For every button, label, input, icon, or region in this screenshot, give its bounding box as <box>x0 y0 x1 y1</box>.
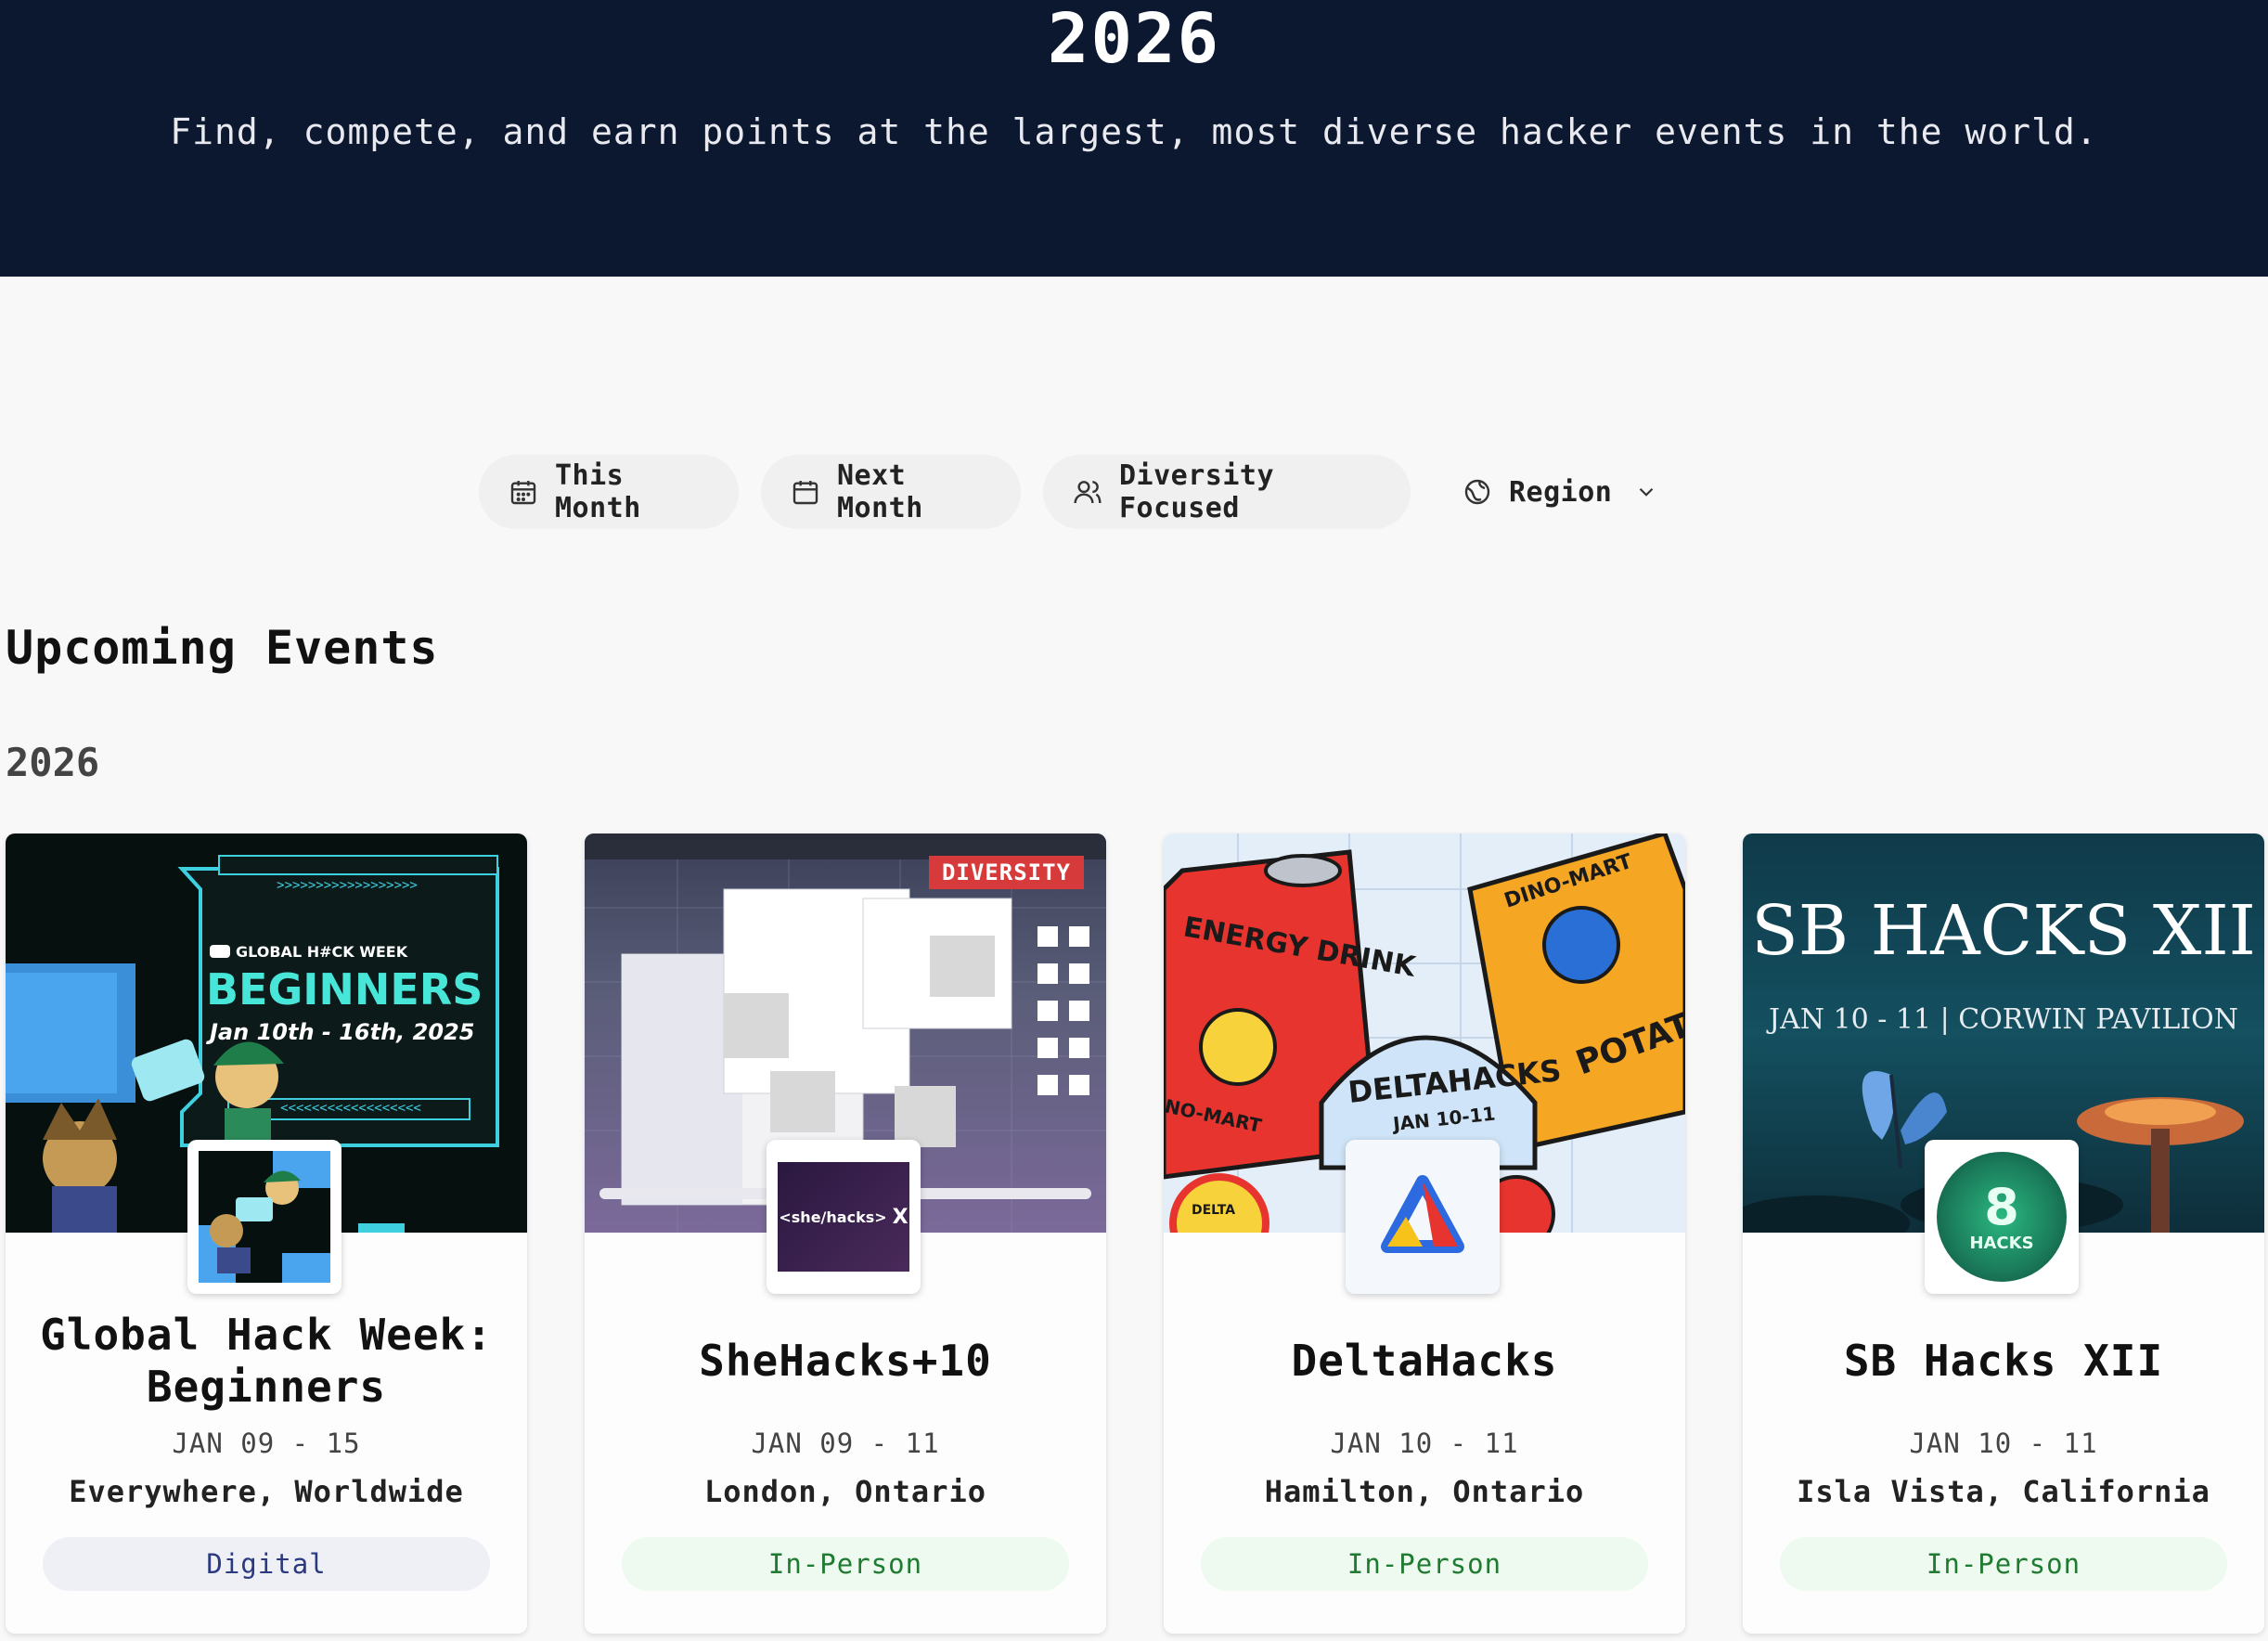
event-logo: <she/hacks> X <box>767 1140 921 1294</box>
shehacks-logo-mark: X <box>892 1205 908 1229</box>
filter-bar: This Month Next Month Diversity Focused … <box>0 455 2268 529</box>
deltahacks-logo-icon <box>1381 1175 1464 1253</box>
hero-title: 2026 <box>1047 0 1221 79</box>
ghw-arrows-top: >>>>>>>>>>>>>>>>>> <box>277 878 418 893</box>
ghw-headline: BEGINNERS <box>206 964 483 1014</box>
event-date: JAN 10 - 11 <box>1330 1428 1519 1459</box>
users-icon <box>1074 481 1102 504</box>
deltahacks-badge-text: DELTA <box>1192 1203 1235 1218</box>
event-date: JAN 09 - 11 <box>751 1428 940 1459</box>
year-heading: 2026 <box>6 740 100 785</box>
event-card-sb-hacks[interactable]: SB HACKS XII JAN 10 - 11 | CORWIN PAVILI… <box>1743 833 2264 1634</box>
event-name: SB Hacks XII <box>1843 1336 2164 1386</box>
event-format-badge: In-Person <box>622 1537 1069 1591</box>
region-dropdown[interactable]: Region <box>1433 455 1665 529</box>
sbhacks-logo-image: 8 HACKS <box>1937 1152 2067 1282</box>
filter-diversity-button[interactable]: Diversity Focused <box>1043 455 1411 529</box>
hero-banner: 2026 Find, compete, and earn points at t… <box>0 0 2268 277</box>
event-card-deltahacks[interactable]: ENERGY DRINK NO-MART DINO-MART POTATO CH… <box>1164 833 1685 1634</box>
calendar-icon <box>793 481 818 505</box>
event-date: JAN 09 - 15 <box>172 1428 361 1459</box>
shehacks-logo-text: <she/hacks> <box>779 1208 887 1226</box>
filter-label: Next Month <box>837 459 923 524</box>
shehacks-logo-image: <she/hacks> X <box>778 1162 909 1272</box>
event-location: Everywhere, Worldwide <box>69 1474 464 1509</box>
event-card-global-hack-week[interactable]: >>>>>>>>>>>>>>>>>> GLOBAL H#CK WEEK BEGI… <box>6 833 527 1634</box>
ghw-arrows-bottom: <<<<<<<<<<<<<<<<<< <box>280 1101 421 1116</box>
event-format-badge: In-Person <box>1780 1537 2227 1591</box>
sbhacks-logo-text: HACKS <box>1969 1233 2034 1253</box>
event-logo: 8 HACKS <box>1925 1140 2079 1294</box>
filter-this-month-button[interactable]: This Month <box>479 455 739 529</box>
ghw-dates: Jan 10th - 16th, 2025 <box>206 1019 474 1045</box>
sbhacks-banner-subtitle: JAN 10 - 11 | CORWIN PAVILION <box>1766 1003 2238 1036</box>
sbhacks-banner-title: SB HACKS XII <box>1751 891 2256 971</box>
hero-subtitle: Find, compete, and earn points at the la… <box>170 111 2098 152</box>
event-logo <box>187 1140 341 1294</box>
sbhacks-logo-mark: 8 <box>1984 1177 2019 1236</box>
diversity-badge: DIVERSITY <box>928 856 1084 889</box>
event-name: Global Hack Week: Beginners <box>40 1310 493 1412</box>
event-format-badge: In-Person <box>1201 1537 1648 1591</box>
filter-next-month-button[interactable]: Next Month <box>761 455 1021 529</box>
filter-label: This Month <box>555 459 641 524</box>
event-date: JAN 10 - 11 <box>1909 1428 2098 1459</box>
event-location: Isla Vista, California <box>1797 1474 2210 1509</box>
globe-icon <box>1464 479 1490 505</box>
event-location: London, Ontario <box>704 1474 986 1509</box>
chevron-down-icon <box>1640 487 1654 497</box>
calendar-icon <box>510 481 536 505</box>
ghw-brand-text: GLOBAL H#CK WEEK <box>236 943 408 961</box>
event-name: SheHacks+10 <box>699 1336 992 1386</box>
filter-label: Region <box>1509 475 1613 509</box>
event-location: Hamilton, Ontario <box>1264 1474 1585 1509</box>
filter-label: Diversity Focused <box>1119 459 1275 524</box>
section-title: Upcoming Events <box>6 621 439 675</box>
event-logo <box>1346 1140 1500 1294</box>
event-card-shehacks[interactable]: DIVERSITY <she/hacks> X SheHacks+10 JAN 0… <box>585 833 1106 1634</box>
event-name: DeltaHacks <box>1291 1336 1558 1386</box>
ghw-logo-image <box>199 1151 330 1283</box>
event-format-badge: Digital <box>43 1537 490 1591</box>
